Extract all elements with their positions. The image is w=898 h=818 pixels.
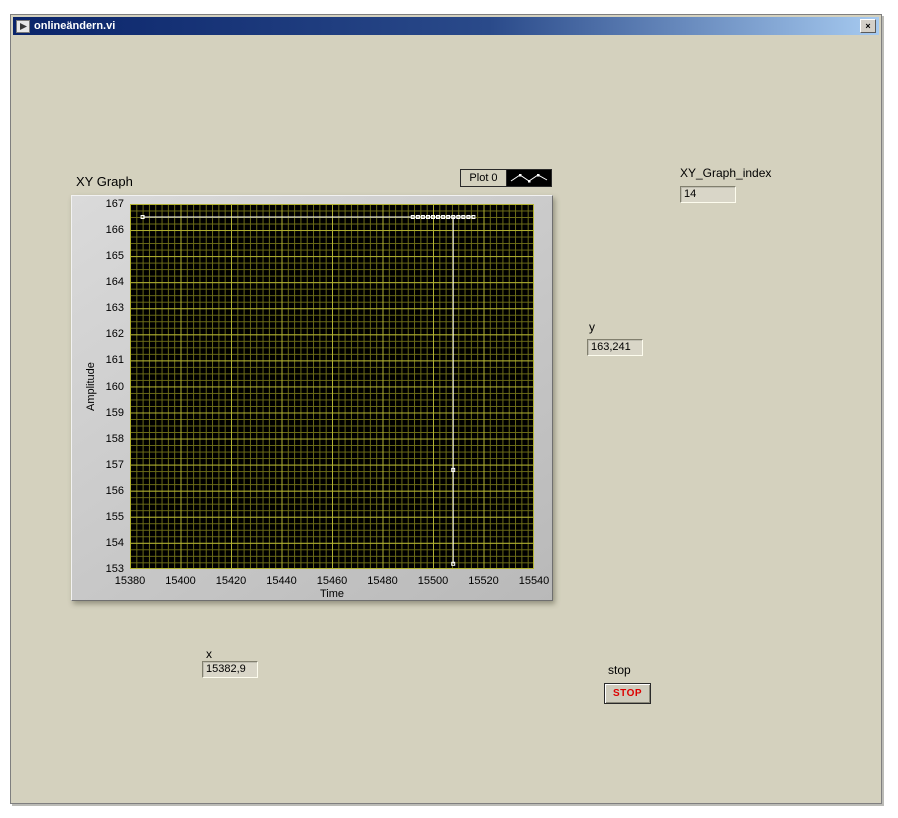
plot-area bbox=[130, 204, 534, 569]
plot-line-svg bbox=[140, 215, 476, 566]
x-tick-label: 15440 bbox=[266, 575, 297, 587]
x-indicator-value: 15382,9 bbox=[202, 661, 258, 678]
x-axis-title: Time bbox=[319, 588, 345, 600]
xy-graph-index-label: XY_Graph_index bbox=[680, 166, 772, 180]
x-tick-label: 15380 bbox=[114, 575, 146, 587]
y-indicator-value: 163,241 bbox=[587, 339, 643, 356]
x-tick-label: 15500 bbox=[417, 575, 449, 587]
x-tick-label: 15460 bbox=[316, 575, 348, 587]
close-icon: × bbox=[865, 20, 871, 31]
stop-label: stop bbox=[608, 663, 631, 677]
x-tick-label: 15540 bbox=[518, 575, 550, 587]
plot-legend[interactable]: Plot 0 bbox=[460, 169, 552, 187]
y-axis-title: Amplitude bbox=[85, 362, 97, 411]
x-indicator-label: x bbox=[206, 647, 212, 661]
x-tick-label: 15480 bbox=[367, 575, 398, 587]
graph-label: XY Graph bbox=[76, 174, 133, 189]
window-title: onlineändern.vi bbox=[34, 20, 116, 32]
x-tick-label: 15420 bbox=[215, 575, 247, 587]
close-button[interactable]: × bbox=[860, 19, 876, 33]
plot-legend-icon bbox=[507, 169, 552, 187]
plot-legend-name: Plot 0 bbox=[460, 169, 507, 187]
stop-button[interactable]: STOP bbox=[604, 683, 651, 704]
y-indicator-label: y bbox=[589, 320, 595, 334]
labview-window: onlineändern.vi × XY Graph Plot 0 Amplit… bbox=[10, 14, 882, 804]
window-titlebar[interactable]: onlineändern.vi × bbox=[13, 17, 879, 35]
x-tick-label: 15400 bbox=[165, 575, 196, 587]
x-tick-label: 15520 bbox=[468, 575, 499, 587]
labview-vi-icon bbox=[16, 19, 30, 33]
front-panel: XY Graph Plot 0 Amplitude 153 154 155 156 15… bbox=[13, 35, 881, 803]
xy-graph: Amplitude 153 154 155 156 157 158 159 160 161 162… bbox=[71, 195, 553, 601]
xy-graph-index-value: 14 bbox=[680, 186, 736, 203]
